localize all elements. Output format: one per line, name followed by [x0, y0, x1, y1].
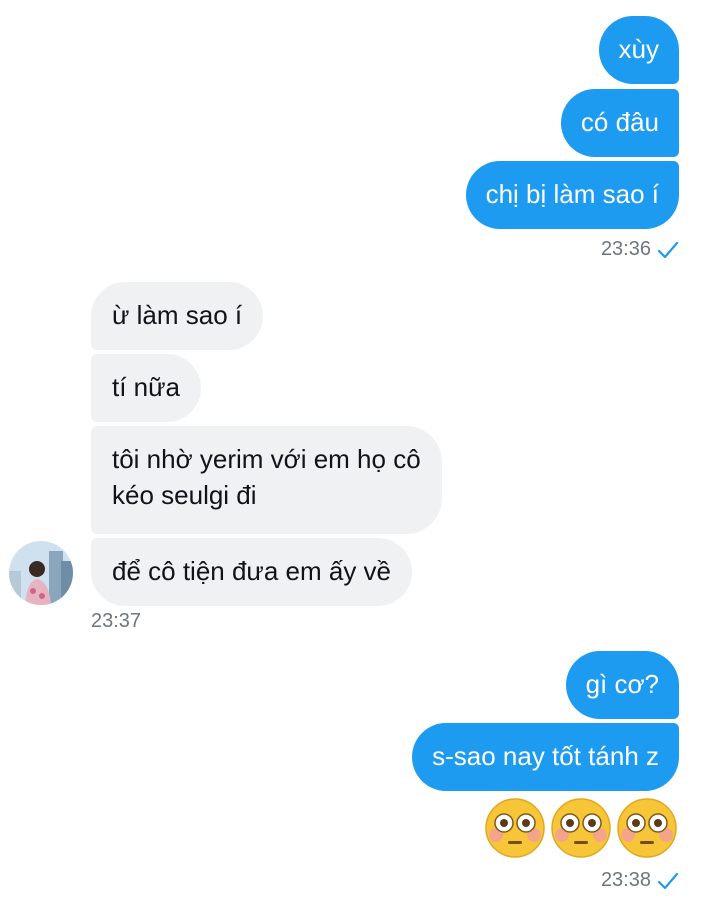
sent-message[interactable]: xùy — [598, 16, 679, 84]
check-icon — [657, 872, 679, 889]
message-text: tí nữa — [112, 372, 180, 402]
user-avatar[interactable] — [9, 541, 73, 605]
sent-message[interactable]: gì cơ? — [565, 651, 679, 719]
message-timestamp: 23:38 — [601, 869, 679, 892]
timestamp-text: 23:37 — [91, 610, 142, 632]
message-text-line: kéo seulgi đi — [112, 480, 257, 510]
message-text: xùy — [618, 34, 659, 64]
message-text: để cô tiện đưa em ấy về — [112, 556, 392, 586]
timestamp-text: 23:38 — [600, 869, 651, 891]
timestamp-text: 23:36 — [600, 238, 651, 260]
received-message[interactable]: ừ làm sao í — [91, 282, 264, 350]
flushed-face-emoji — [617, 798, 677, 858]
message-timestamp: 23:37 — [91, 610, 141, 633]
received-message[interactable]: để cô tiện đưa em ấy về — [91, 538, 413, 606]
message-text: gì cơ? — [585, 669, 659, 699]
message-text: ừ làm sao í — [112, 300, 243, 330]
received-message[interactable]: tôi nhờ yerim với em họ cô kéo seulgi đi — [91, 426, 442, 534]
message-timestamp: 23:36 — [601, 238, 679, 261]
emoji-message[interactable] — [484, 797, 678, 859]
sent-message[interactable]: có đâu — [560, 89, 679, 157]
message-text-line: tôi nhờ yerim với em họ cô — [112, 444, 421, 474]
sent-message[interactable]: s-sao nay tốt tánh z — [412, 723, 679, 791]
flushed-face-emoji — [551, 798, 611, 858]
message-text: có đâu — [580, 107, 659, 137]
check-icon — [657, 241, 679, 258]
flushed-face-emoji — [485, 798, 545, 858]
avatar-image — [9, 541, 73, 605]
message-text: chị bị làm sao í — [485, 179, 659, 209]
sent-message[interactable]: chị bị làm sao í — [465, 161, 679, 229]
received-message[interactable]: tí nữa — [91, 354, 201, 422]
message-text: s-sao nay tốt tánh z — [432, 741, 659, 771]
